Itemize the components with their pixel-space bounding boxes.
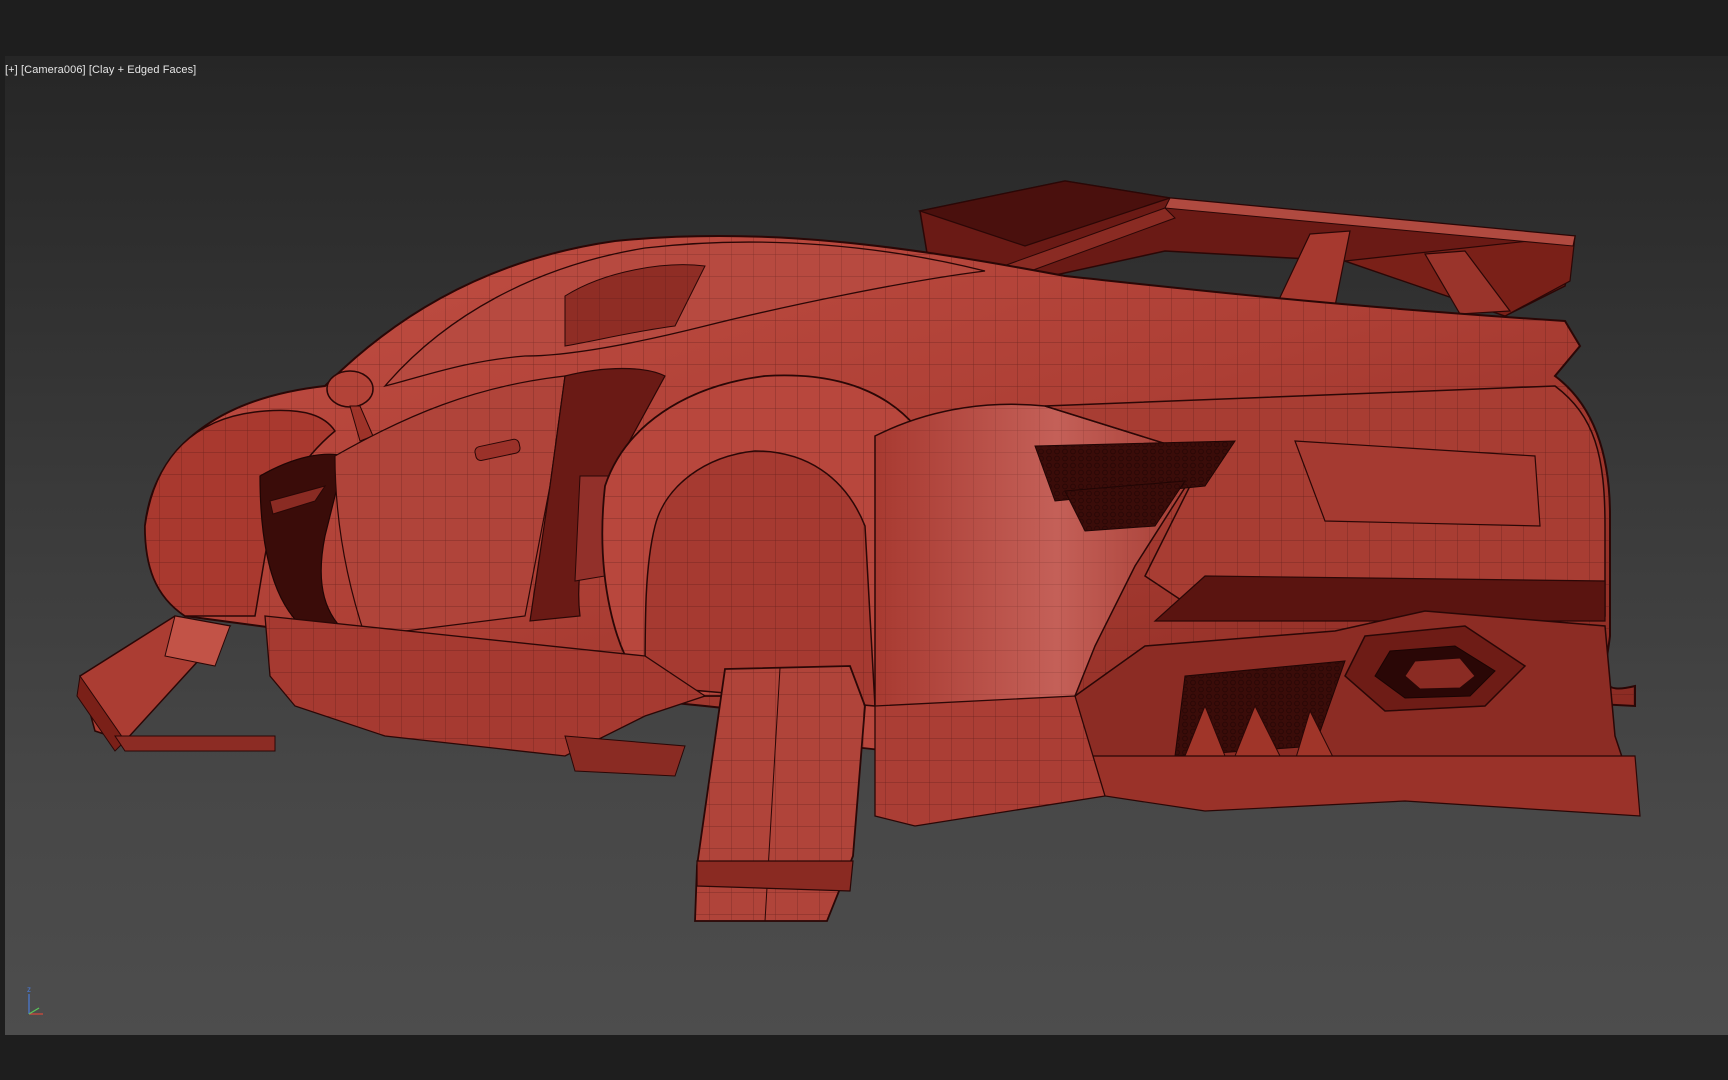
front-fender <box>144 409 352 637</box>
viewport-label[interactable]: [+] [Camera006] [Clay + Edged Faces] <box>5 64 196 76</box>
camera-selector[interactable]: [Camera006] <box>21 64 86 76</box>
y-axis-line <box>28 1007 40 1015</box>
shading-mode-selector[interactable]: [Clay + Edged Faces] <box>89 64 196 76</box>
app-window: [+] [Camera006] [Clay + Edged Faces] z <box>0 0 1728 1080</box>
3d-viewport[interactable]: [+] [Camera006] [Clay + Edged Faces] z <box>5 56 1728 1035</box>
car-model-render <box>76 180 1641 922</box>
z-axis-label: z <box>27 985 31 994</box>
viewport-menu-button[interactable]: [+] <box>5 64 18 76</box>
axis-gizmo-icon: z <box>27 985 43 1015</box>
rear-wheel-block <box>694 665 866 922</box>
rear-bumper-lower <box>874 695 1106 827</box>
front-wheel-block <box>76 615 276 752</box>
